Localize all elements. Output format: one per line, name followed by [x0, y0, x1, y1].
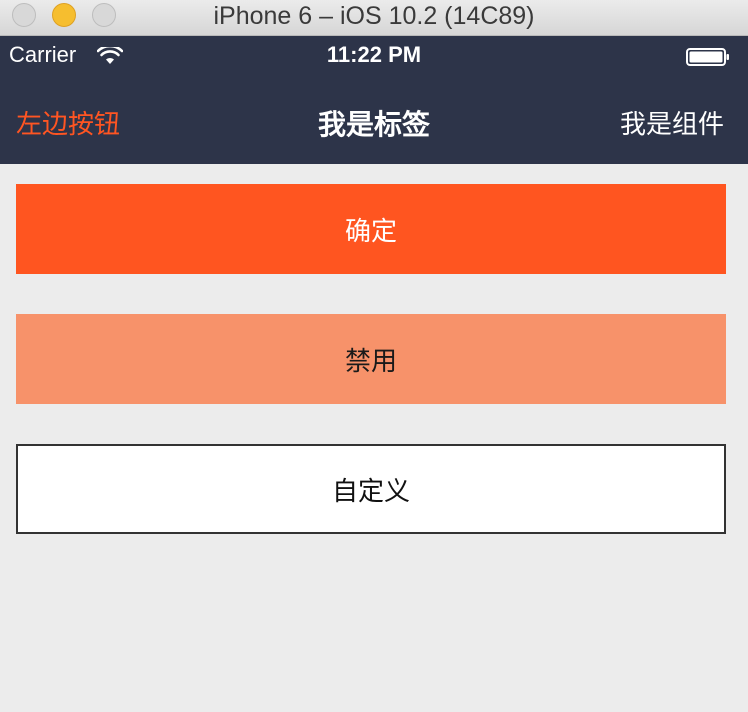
navigation-bar: 左边按钮 我是标签 我是组件: [0, 76, 748, 164]
confirm-button[interactable]: 确定: [16, 184, 726, 274]
window-title: iPhone 6 – iOS 10.2 (14C89): [213, 2, 535, 30]
nav-right-button[interactable]: 我是组件: [620, 104, 724, 141]
custom-button[interactable]: 自定义: [16, 444, 726, 534]
disabled-button-label: 禁用: [344, 346, 397, 377]
disabled-button: 禁用: [16, 314, 726, 404]
custom-button-label: 自定义: [331, 476, 410, 507]
status-time: 11:22 PM: [326, 42, 422, 67]
simulator-title-bar: iPhone 6 – iOS 10.2 (14C89): [0, 0, 748, 36]
confirm-button-label: 确定: [344, 216, 397, 247]
battery-icon: [686, 48, 729, 66]
status-bar: Carrier 11:22 PM: [0, 36, 748, 76]
